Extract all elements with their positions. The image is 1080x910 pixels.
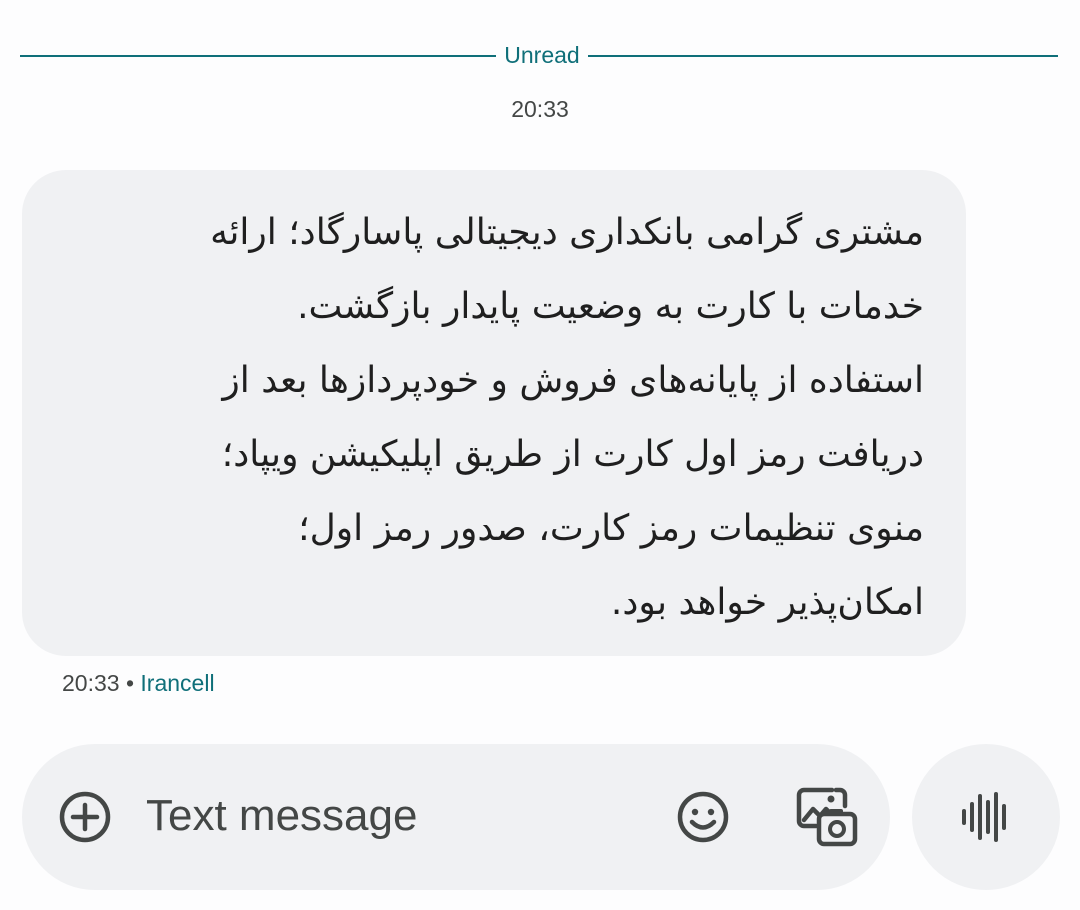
voice-record-button[interactable] bbox=[912, 744, 1060, 890]
message-bubble[interactable]: مشتری گرامی بانکداری دیجیتالی پاسارگاد؛ … bbox=[22, 170, 966, 656]
plus-circle-icon[interactable] bbox=[56, 788, 114, 846]
conversation-timestamp: 20:33 bbox=[511, 96, 569, 122]
message-meta: 20:33 • Irancell bbox=[62, 670, 215, 697]
message-text: مشتری گرامی بانکداری دیجیتالی پاسارگاد؛ … bbox=[210, 212, 924, 623]
gallery-camera-icon[interactable] bbox=[794, 784, 860, 850]
meta-separator: • bbox=[125, 670, 135, 696]
unread-label: Unread bbox=[504, 42, 580, 68]
sender-name: Irancell bbox=[140, 670, 215, 696]
emoji-icon[interactable] bbox=[674, 788, 732, 846]
message-time: 20:33 bbox=[62, 670, 120, 696]
divider-line-right bbox=[588, 55, 1058, 57]
compose-bar bbox=[22, 744, 890, 890]
text-message-input[interactable] bbox=[146, 784, 626, 848]
divider-line-left bbox=[20, 55, 496, 57]
unread-divider: Unread bbox=[20, 34, 1060, 78]
